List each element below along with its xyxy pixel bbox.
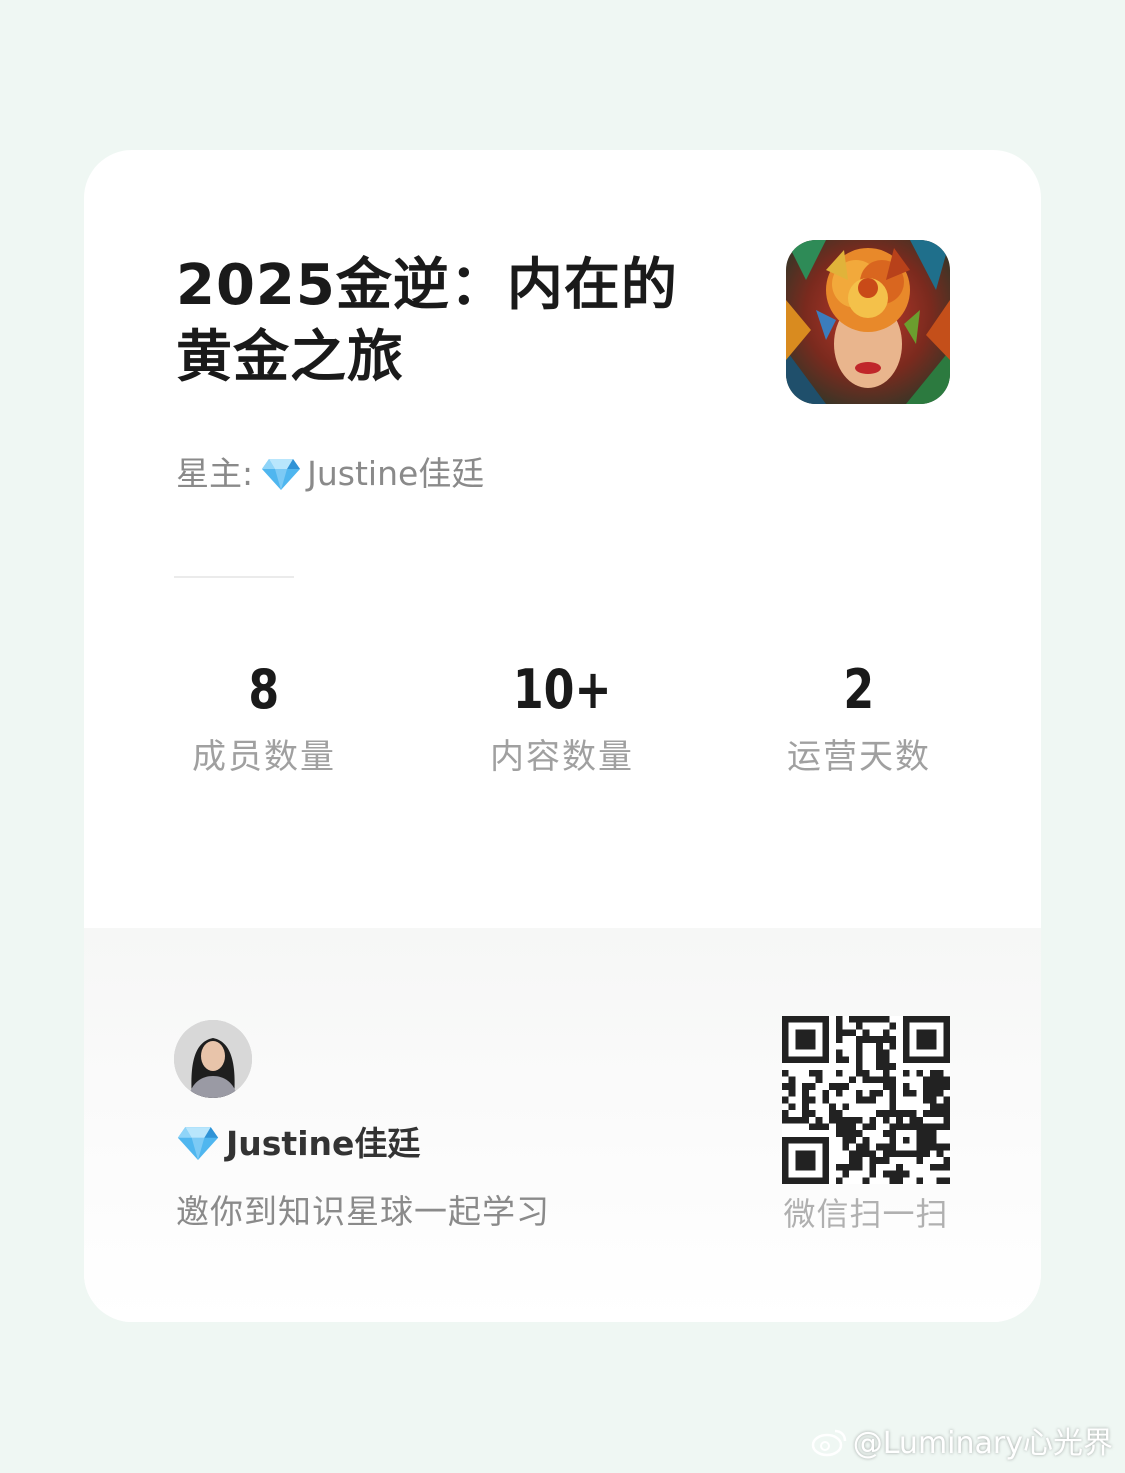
- watermark: @Luminary心光界: [811, 1418, 1113, 1465]
- stat-value: 10+: [512, 658, 612, 721]
- stat-value: 2: [843, 658, 875, 721]
- invite-text: 邀你到知识星球一起学习: [176, 1192, 550, 1231]
- stat-label: 内容数量: [490, 737, 634, 777]
- inviter-name: Justine佳廷: [226, 1124, 421, 1163]
- diamond-icon: [261, 459, 301, 499]
- stat-label: 运营天数: [787, 737, 931, 777]
- stat-days: 2 运营天数: [709, 650, 1009, 782]
- planet-share-card: 2025金逆：内在的黄金之旅 星主: Justine佳廷 8 成员数量 10+ …: [84, 150, 1041, 1322]
- stat-label: 成员数量: [192, 737, 336, 777]
- avatar: [174, 1020, 252, 1098]
- inviter: Justine佳廷: [176, 1120, 420, 1174]
- owner-prefix: 星主:: [176, 454, 254, 493]
- diamond-icon: [176, 1127, 220, 1169]
- stat-contents: 10+ 内容数量: [412, 650, 712, 782]
- invite-footer: Justine佳廷 邀你到知识星球一起学习 微信扫一扫: [84, 928, 1041, 1322]
- weibo-icon: [811, 1429, 847, 1465]
- qr-code-icon[interactable]: [782, 1016, 950, 1184]
- planet-title: 2025金逆：内在的黄金之旅: [176, 253, 678, 390]
- stat-value: 8: [248, 658, 280, 721]
- planet-cover-image: [786, 240, 950, 404]
- owner-name: Justine佳廷: [307, 454, 485, 493]
- watermark-text: @Luminary心光界: [852, 1426, 1113, 1461]
- stat-members: 8 成员数量: [114, 650, 414, 782]
- qr-label: 微信扫一扫: [783, 1195, 949, 1233]
- planet-owner: 星主: Justine佳廷: [176, 452, 484, 502]
- divider: [174, 576, 294, 578]
- page: 2025金逆：内在的黄金之旅 星主: Justine佳廷 8 成员数量 10+ …: [0, 0, 1125, 1473]
